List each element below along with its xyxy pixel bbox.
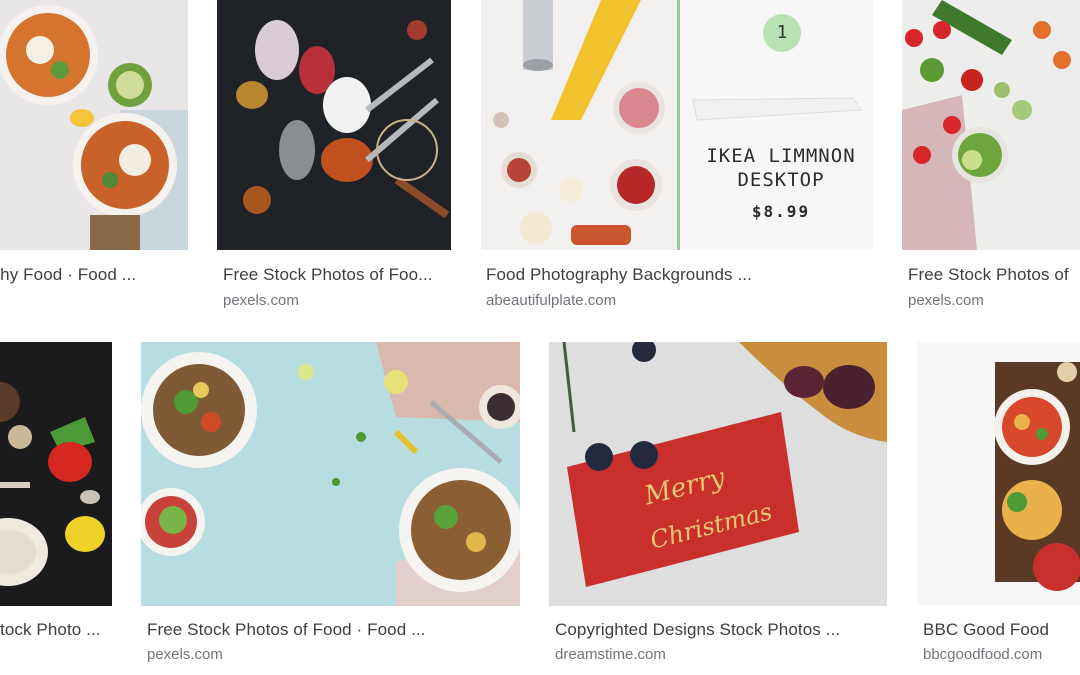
soup-bowl-image[interactable] [917, 342, 1080, 606]
result-card[interactable]: Free Stock Photos of pexels.com [902, 0, 1080, 320]
result-title[interactable]: tock Photo ... [0, 620, 112, 640]
ikea-product-line2: DESKTOP [737, 169, 825, 191]
ikea-badge: 1 [763, 14, 801, 52]
result-source: bbcgoodfood.com [923, 646, 1043, 663]
result-source: pexels.com [908, 292, 984, 309]
result-card[interactable]: Healthy Food · Food ... [0, 0, 188, 320]
result-title[interactable]: BBC Good Food [923, 620, 1080, 640]
result-card[interactable]: 1 IKEA LIMMNON DESKTOP $8.99 Food Photog… [481, 0, 873, 320]
fries-bowls-image[interactable] [0, 0, 188, 250]
result-card[interactable]: Free Stock Photos of Foo... pexels.com [217, 0, 451, 320]
ikea-product-line1: IKEA LIMMNON [706, 145, 856, 167]
result-title[interactable]: Free Stock Photos of Food · Food ... [147, 620, 517, 640]
result-title[interactable]: Free Stock Photos of Foo... [223, 265, 445, 285]
christmas-card-image[interactable]: Merry Christmas [549, 342, 887, 606]
ikea-price: $8.99 [751, 202, 811, 221]
result-card[interactable]: Merry Christmas Copyrighted Designs Stoc… [549, 342, 887, 675]
result-source: abeautifulplate.com [486, 292, 617, 309]
result-title[interactable]: Healthy Food · Food ... [0, 265, 160, 285]
dark-food-image[interactable] [0, 342, 112, 606]
salad-plates-image[interactable] [141, 342, 520, 606]
result-card[interactable]: Free Stock Photos of Food · Food ... pex… [141, 342, 520, 675]
result-title[interactable]: Free Stock Photos of [908, 265, 1080, 285]
ingredients-flatlay-image[interactable]: 1 IKEA LIMMNON DESKTOP $8.99 [481, 0, 873, 250]
result-title[interactable]: Food Photography Backgrounds ... [486, 265, 871, 285]
result-card[interactable]: tock Photo ... [0, 342, 112, 675]
result-title[interactable]: Copyrighted Designs Stock Photos ... [555, 620, 885, 640]
vegetables-image[interactable] [902, 0, 1080, 250]
result-card[interactable]: BBC Good Food bbcgoodfood.com [917, 342, 1080, 675]
result-source: dreamstime.com [555, 646, 666, 663]
spices-spoons-image[interactable] [217, 0, 451, 250]
result-source: pexels.com [223, 292, 299, 309]
result-source: pexels.com [147, 646, 223, 663]
